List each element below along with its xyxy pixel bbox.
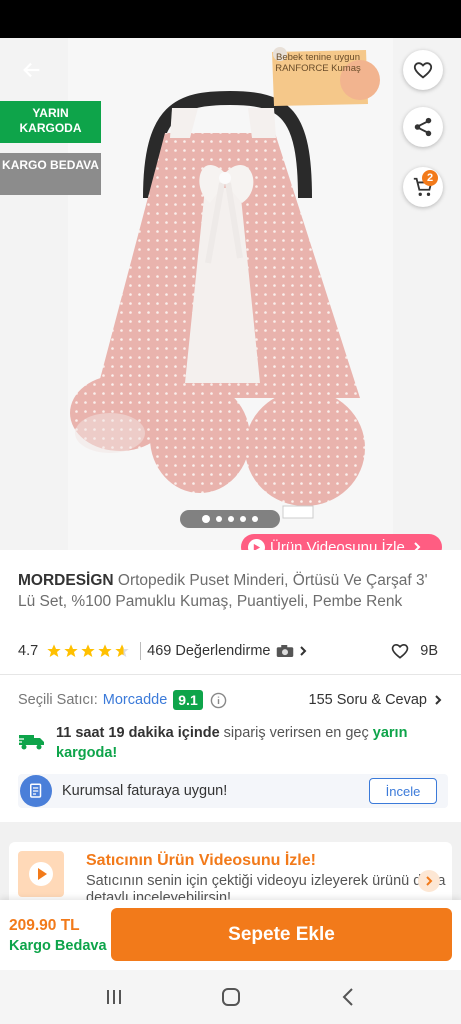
system-navigation-bar: [0, 970, 461, 1024]
favorite-count-value: 9B: [420, 643, 438, 659]
rating-value: 4.7: [18, 643, 39, 659]
corporate-invoice-banner: Kurumsal faturaya uygun! İncele: [18, 774, 448, 808]
film-icon: [18, 851, 64, 897]
product-brand: MORDESİGN: [18, 572, 114, 589]
pager-dot[interactable]: [252, 516, 258, 522]
rating-stars: [46, 643, 130, 659]
truck-icon: [18, 735, 44, 750]
pager-dot[interactable]: [228, 516, 234, 522]
product-image-gallery[interactable]: YARIN KARGODA KARGO BEDAVA Bebek tenine …: [0, 38, 461, 550]
share-icon: [414, 117, 432, 137]
cart-count-badge: 2: [422, 170, 438, 186]
cart-button[interactable]: 2: [403, 167, 443, 207]
star-icon: [47, 644, 61, 657]
camera-icon: [276, 645, 293, 657]
invoice-icon: [20, 775, 52, 807]
home-icon: [221, 988, 240, 1006]
reviews-link[interactable]: 469 Değerlendirme: [147, 643, 270, 659]
free-shipping-badge: KARGO BEDAVA: [0, 153, 101, 195]
status-bar: [0, 0, 461, 38]
purchase-bar: 209.90 TL Kargo Bedava Sepete Ekle: [0, 900, 461, 970]
play-icon: [248, 538, 265, 550]
delivery-time: 11 saat 19 dakika içinde: [56, 725, 220, 741]
add-to-cart-button[interactable]: Sepete Ekle: [111, 908, 452, 961]
pager-dot[interactable]: [216, 516, 222, 522]
fabric-stamp: Bebek tenine uygun RANFORCE Kumaş: [268, 46, 384, 108]
system-back-button[interactable]: [328, 977, 368, 1017]
recent-apps-icon: [106, 990, 121, 1004]
home-button[interactable]: [211, 977, 251, 1017]
favorite-button[interactable]: [403, 50, 443, 90]
free-shipping-label: Kargo Bedava: [9, 938, 107, 954]
chevron-right-icon: [435, 695, 442, 705]
seller-label: Seçili Satıcı:: [18, 692, 98, 708]
seller-link[interactable]: Morcadde: [103, 692, 167, 708]
pager-dot[interactable]: [202, 515, 210, 523]
seller-score-badge: 9.1: [173, 690, 203, 710]
seller-video-title: Satıcının Ürün Videosunu İzle!: [86, 852, 316, 869]
section-divider: [0, 674, 461, 675]
inspect-button[interactable]: İncele: [369, 778, 437, 804]
star-icon: [64, 644, 78, 657]
seller-row: Seçili Satıcı: Morcadde 9.1 155 Soru & C…: [18, 688, 443, 712]
product-video-label: Ürün Videosunu İzle: [270, 538, 405, 551]
invoice-text: Kurumsal faturaya uygun!: [62, 783, 228, 799]
star-icon: [81, 644, 95, 657]
qa-label: 155 Soru & Cevap: [308, 692, 428, 708]
pager-dot[interactable]: [240, 516, 246, 522]
info-icon[interactable]: [210, 692, 227, 709]
delivery-middle: sipariş verirsen en geç: [223, 725, 369, 741]
stamp-label: Bebek tenine uygun RANFORCE Kumaş: [275, 52, 361, 74]
back-icon: [342, 988, 353, 1006]
delivery-badge: YARIN KARGODA: [0, 101, 101, 143]
share-button[interactable]: [403, 107, 443, 147]
price: 209.90 TL: [9, 917, 80, 934]
divider: [140, 642, 142, 660]
back-button[interactable]: [14, 54, 50, 86]
chevron-right-icon: [414, 542, 421, 550]
delivery-text: 11 saat 19 dakika içinde sipariş verirse…: [56, 723, 443, 763]
chevron-right-icon: [299, 646, 306, 656]
recent-apps-button[interactable]: [94, 977, 134, 1017]
star-half-icon: [115, 644, 129, 657]
star-icon: [98, 644, 112, 657]
qa-link[interactable]: 155 Soru & Cevap: [309, 692, 444, 708]
heart-icon: [391, 643, 409, 659]
delivery-info: 11 saat 19 dakika içinde sipariş verirse…: [18, 723, 443, 763]
favorite-count[interactable]: 9B: [390, 641, 443, 661]
rating-row: 4.7 469 Değerlendirme 9B: [18, 640, 443, 662]
arrow-left-icon: [23, 62, 40, 78]
heart-icon: [413, 62, 433, 79]
chevron-right-icon[interactable]: [418, 870, 440, 892]
product-video-button[interactable]: Ürün Videosunu İzle: [241, 534, 442, 550]
image-pager[interactable]: [180, 510, 280, 528]
product-title: MORDESİGN Ortopedik Puset Minderi, Örtüs…: [18, 571, 448, 612]
